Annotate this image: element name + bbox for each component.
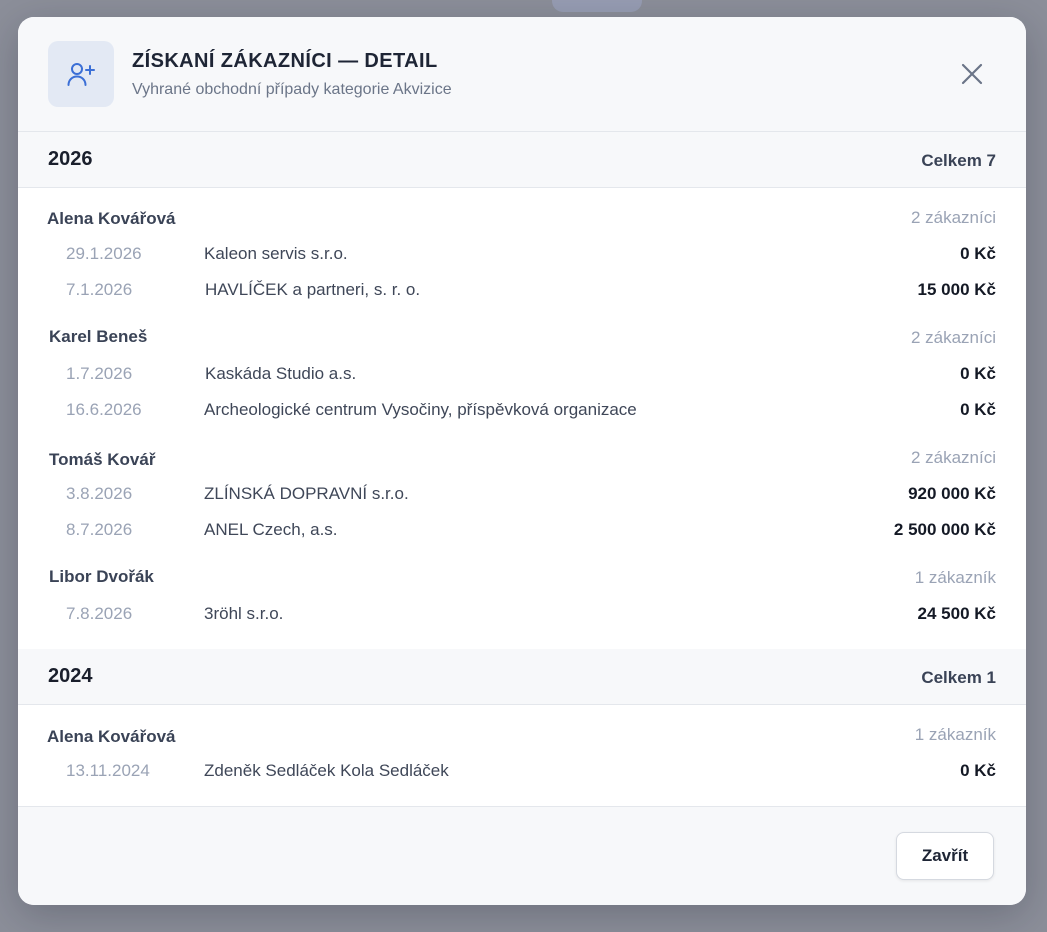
deal-company: Archeologické centrum Vysočiny, příspěvk… [204, 400, 637, 419]
deal-date: 8.7.2026 [66, 520, 133, 539]
modal-header: ZÍSKANÍ ZÁKAZNÍCI — DETAIL Vyhrané obcho… [18, 17, 1026, 132]
year-section-2026: 2026 Celkem 7 [18, 132, 1026, 188]
deal-company: Kaleon servis s.r.o. [204, 244, 348, 263]
customer-count: 2 zákazníci [910, 328, 996, 347]
user-plus-icon [48, 41, 114, 107]
person-name: Alena Kovářová [47, 727, 176, 746]
deal-amount: 2 500 000 Kč [893, 520, 996, 539]
deal-amount: 24 500 Kč [917, 604, 996, 623]
background-element [552, 0, 642, 12]
deal-amount: 0 Kč [960, 364, 996, 383]
deal-company: HAVLÍČEK a partneri, s. r. o. [205, 280, 421, 299]
deal-date: 7.1.2026 [66, 280, 133, 299]
customer-count: 2 zákazníci [910, 208, 996, 227]
year-total: Celkem 1 [921, 668, 996, 687]
deal-amount: 0 Kč [960, 400, 996, 419]
customer-count: 1 zákazník [914, 725, 996, 744]
deal-date: 29.1.2026 [66, 244, 142, 263]
deal-company: Zdeněk Sedláček Kola Sedláček [204, 761, 449, 780]
deal-date: 13.11.2024 [66, 761, 150, 780]
year-total: Celkem 7 [921, 151, 996, 170]
customer-count: 2 zákazníci [910, 448, 996, 467]
modal-title: ZÍSKANÍ ZÁKAZNÍCI — DETAIL [132, 50, 438, 72]
deal-date: 1.7.2026 [66, 364, 133, 383]
person-name: Alena Kovářová [47, 209, 176, 228]
person-name: Tomáš Kovář [49, 450, 156, 469]
customers-detail-modal: ZÍSKANÍ ZÁKAZNÍCI — DETAIL Vyhrané obcho… [18, 17, 1026, 905]
deal-date: 3.8.2026 [66, 484, 133, 503]
deal-company: 3röhl s.r.o. [204, 604, 284, 623]
modal-footer: Zavřít [18, 806, 1026, 905]
person-name: Libor Dvořák [49, 567, 154, 586]
deal-amount: 0 Kč [960, 244, 996, 263]
year-label: 2026 [48, 148, 93, 170]
deal-amount: 15 000 Kč [917, 280, 996, 299]
deal-company: Kaskáda Studio a.s. [205, 364, 357, 383]
deal-amount: 920 000 Kč [908, 484, 996, 503]
year-label: 2024 [48, 665, 93, 687]
customer-count: 1 zákazník [914, 568, 996, 587]
deal-amount: 0 Kč [960, 761, 996, 780]
deal-company: ANEL Czech, a.s. [204, 520, 338, 539]
modal-subtitle: Vyhrané obchodní případy kategorie Akviz… [132, 81, 452, 98]
year-section-2024: 2024 Celkem 1 [18, 649, 1026, 705]
person-name: Karel Beneš [49, 327, 148, 346]
close-icon[interactable] [955, 57, 989, 91]
close-button[interactable]: Zavřít [896, 832, 994, 880]
deal-company: ZLÍNSKÁ DOPRAVNÍ s.r.o. [204, 484, 409, 503]
deal-date: 7.8.2026 [66, 604, 133, 623]
deal-date: 16.6.2026 [66, 400, 142, 419]
